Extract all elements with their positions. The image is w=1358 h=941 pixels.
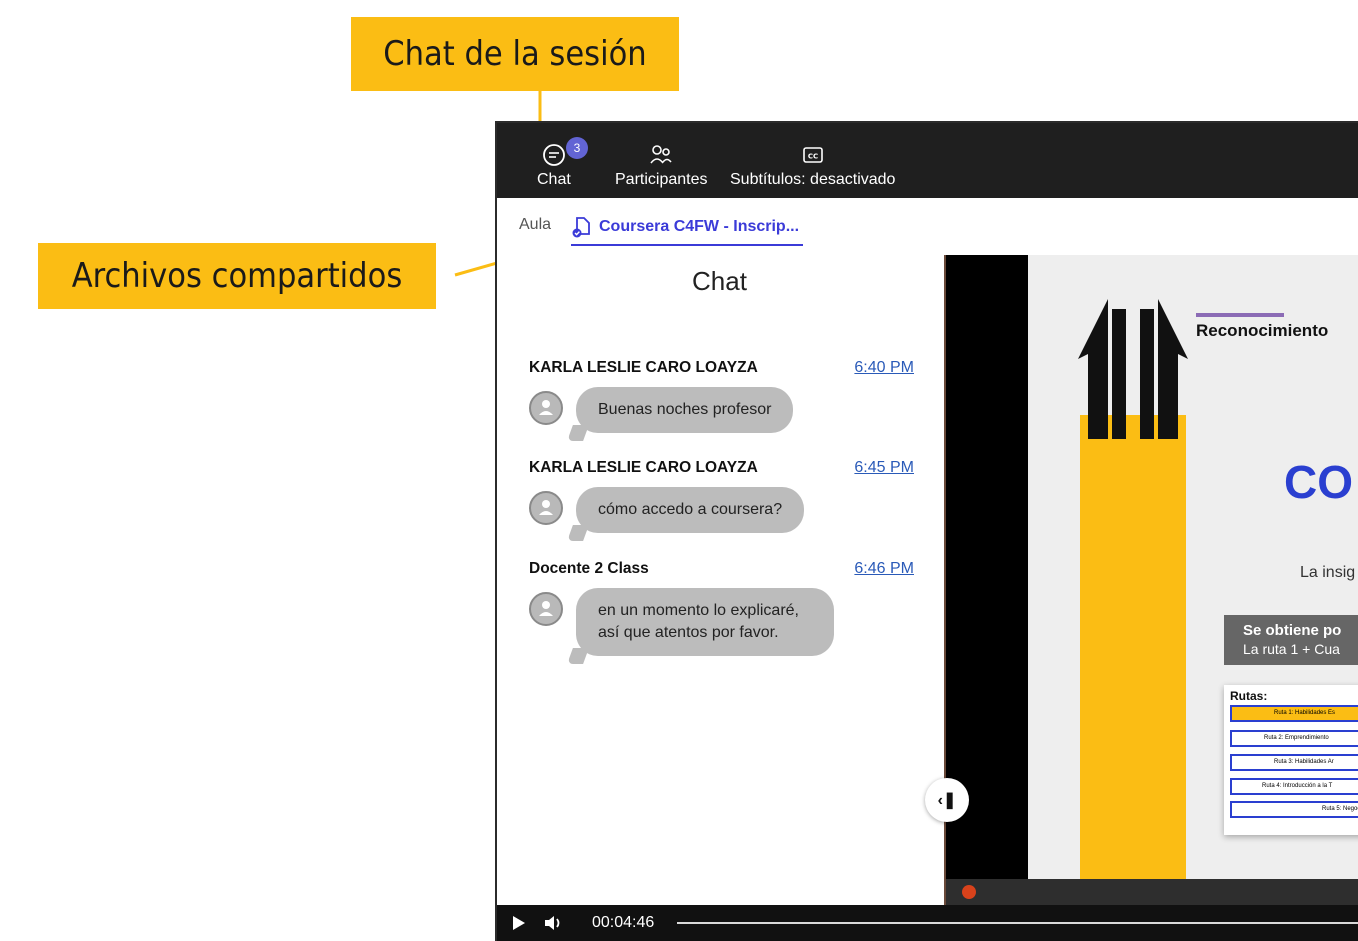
chat-icon [542, 144, 565, 166]
message-time-link[interactable]: 6:40 PM [854, 359, 914, 377]
player-controls: 00:04:46 [497, 905, 1358, 941]
slide-subtitle: La insig [1300, 564, 1356, 581]
user-icon [539, 601, 553, 616]
message-author: KARLA LESLIE CARO LOAYZA [529, 459, 758, 476]
ruta-item: Ruta 5: Negoc [1230, 801, 1358, 818]
slide-info-box: Se obtiene po La ruta 1 + Cua [1224, 615, 1358, 665]
chat-label: Chat [537, 171, 571, 188]
play-icon[interactable] [511, 915, 527, 931]
ruta-item: Ruta 1: Habilidades Es [1230, 705, 1358, 722]
shared-file-name: Coursera C4FW - Inscrip... [599, 218, 800, 235]
playback-time: 00:04:46 [592, 914, 655, 931]
slide-rutas-card: Rutas: Ruta 1: Habilidades Es Ruta 2: Em… [1224, 685, 1358, 835]
avatar [529, 491, 563, 525]
message-bubble: cómo accedo a coursera? [576, 487, 805, 533]
chat-message: KARLA LESLIE CARO LOAYZA 6:40 PM Buenas … [529, 359, 914, 433]
tab-aula[interactable]: Aula [519, 216, 551, 234]
progress-bar[interactable] [677, 922, 1358, 924]
viewer-status-bar [946, 879, 1358, 905]
slide-big-title: CO [1284, 456, 1353, 508]
chevron-left-icon: ‹❚ [937, 792, 957, 809]
participants-label: Participantes [615, 171, 708, 188]
chat-message: KARLA LESLIE CARO LOAYZA 6:45 PM cómo ac… [529, 459, 914, 533]
top-toolbar: 3 Chat Participantes CC Subtítulos: desa… [497, 123, 1358, 198]
volume-icon[interactable] [543, 914, 565, 932]
powerpoint-icon [962, 885, 976, 899]
slide-yellow-column [1080, 415, 1186, 879]
chat-panel-title: Chat [692, 266, 747, 296]
message-author: KARLA LESLIE CARO LOAYZA [529, 359, 758, 376]
user-icon [539, 400, 553, 415]
message-bubble: en un momento lo explicaré, así que aten… [576, 588, 834, 656]
participants-icon [650, 145, 672, 164]
ruta-item: Ruta 4: Introducción a la T [1230, 778, 1358, 795]
presentation-slide: Reconocimiento CO La insig Se obtiene po… [1028, 255, 1358, 879]
shared-file-icon [572, 217, 590, 238]
chat-button[interactable]: 3 Chat [537, 137, 588, 189]
slide-header: Reconocimiento [1196, 321, 1329, 340]
closed-captions-icon: CC [802, 147, 823, 163]
panel-tabs: Aula Coursera C4FW - Inscrip... [497, 198, 942, 248]
slide-info-sub: La ruta 1 + Cua [1243, 641, 1340, 657]
chat-unread-badge: 3 [566, 137, 588, 159]
meeting-window: 3 Chat Participantes CC Subtítulos: desa… [495, 121, 1358, 941]
message-time-link[interactable]: 6:46 PM [854, 560, 914, 578]
participants-button[interactable]: Participantes [615, 143, 708, 189]
subtitles-label: Subtítulos: desactivado [730, 171, 896, 188]
rutas-label: Rutas: [1230, 689, 1268, 703]
user-icon [539, 500, 553, 515]
slide-info-title: Se obtiene po [1243, 622, 1342, 639]
subtitles-button[interactable]: CC Subtítulos: desactivado [730, 143, 895, 189]
avatar [529, 592, 563, 626]
logo-arrow-icon [1078, 299, 1188, 439]
avatar [529, 391, 563, 425]
svg-text:CC: CC [808, 153, 818, 161]
message-bubble: Buenas noches profesor [576, 387, 794, 433]
presentation-viewer: Reconocimiento CO La insig Se obtiene po… [944, 255, 1358, 905]
slide-header-rule [1196, 313, 1284, 317]
chat-message: Docente 2 Class 6:46 PM en un momento lo… [529, 560, 914, 656]
message-author: Docente 2 Class [529, 560, 649, 577]
ruta-item: Ruta 3: Habilidades Ar [1230, 754, 1358, 771]
tab-shared-file[interactable]: Coursera C4FW - Inscrip... [571, 210, 804, 246]
ruta-item: Ruta 2: Emprendimiento [1230, 730, 1358, 747]
message-time-link[interactable]: 6:45 PM [854, 459, 914, 477]
collapse-panel-button[interactable]: ‹❚ [925, 778, 969, 822]
